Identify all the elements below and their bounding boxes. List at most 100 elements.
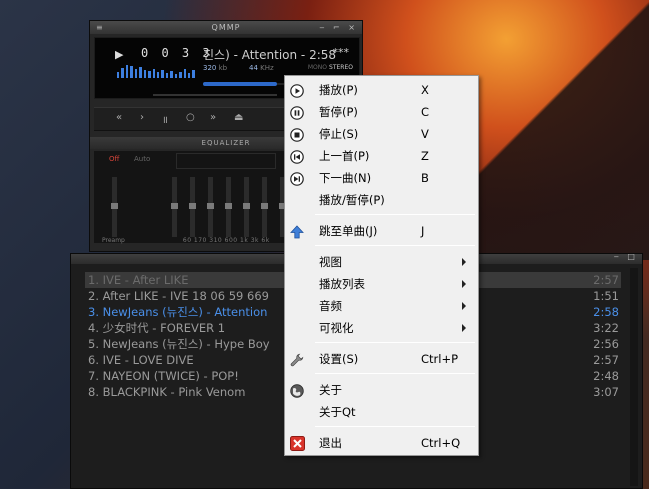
menu-separator: [315, 214, 475, 215]
previous-button[interactable]: «: [116, 112, 122, 123]
eq-band-slider[interactable]: [207, 177, 214, 237]
track-duration: 3:07: [593, 385, 619, 399]
close-red-icon: [290, 436, 305, 451]
player-titlebar[interactable]: ≡ QMMP ‒ ⌐ ×: [90, 21, 362, 34]
menu-separator: [315, 245, 475, 246]
submenu-arrow-icon: [462, 302, 466, 310]
menu-shortcut: C: [421, 105, 430, 119]
eq-band-slider[interactable]: [171, 177, 178, 237]
menu-separator: [315, 426, 475, 427]
menu-shortcut: Z: [421, 149, 429, 163]
elapsed-time[interactable]: 0 0 3 3: [141, 46, 213, 60]
stereo-indicator: STEREO: [329, 64, 353, 71]
menu-shortcut: Ctrl+P: [421, 352, 459, 366]
menu-item-next[interactable]: 下一曲(N) B: [285, 167, 478, 189]
menu-item-about-qt[interactable]: 关于Qt: [285, 401, 478, 423]
menu-item-playlist[interactable]: 播放列表: [285, 273, 478, 295]
eq-auto-toggle[interactable]: Auto: [134, 155, 150, 163]
menu-item-view[interactable]: 视图: [285, 251, 478, 273]
track-duration: 2:57: [593, 353, 619, 367]
eq-band-slider[interactable]: [261, 177, 268, 237]
menu-item-label: 暂停(P): [319, 105, 358, 119]
menu-separator: [315, 373, 475, 374]
menu-item-about[interactable]: 关于: [285, 379, 478, 401]
globe-icon: [290, 383, 304, 398]
menu-item-label: 关于Qt: [319, 405, 356, 419]
menu-item-pause[interactable]: 暂停(P) C: [285, 101, 478, 123]
samplerate-readout: 44 KHz: [249, 64, 274, 72]
stop-circle-icon: [290, 127, 304, 142]
menu-item-audio[interactable]: 音频: [285, 295, 478, 317]
bitrate-readout: 320 kb: [203, 64, 228, 72]
eq-labels: Preamp 60 170 310 600 1k 3k 6k: [102, 237, 270, 244]
menu-shortcut: Ctrl+Q: [421, 436, 461, 450]
track-duration: 2:56: [593, 337, 619, 351]
pause-circle-icon: [290, 105, 304, 120]
window-controls[interactable]: ‒ ⌐ ×: [319, 21, 358, 34]
menu-shortcut: J: [421, 224, 425, 238]
menu-item-label: 视图: [319, 255, 342, 269]
player-title: QMMP: [211, 23, 241, 32]
menu-item-label: 播放列表: [319, 277, 365, 291]
rating-stars: ***: [332, 46, 350, 59]
menu-item-label: 停止(S): [319, 127, 359, 141]
eq-off-toggle[interactable]: Off: [109, 155, 119, 163]
track-duration: 2:58: [593, 305, 619, 319]
menu-item-visualization[interactable]: 可视化: [285, 317, 478, 339]
eq-band-slider[interactable]: [225, 177, 232, 237]
playlist-window-controls[interactable]: ‒ □: [614, 252, 638, 261]
menu-item-label: 播放(P): [319, 83, 358, 97]
menu-item-exit[interactable]: 退出 Ctrl+Q: [285, 432, 478, 454]
menu-item-label: 退出: [319, 436, 342, 450]
eq-preamp-slider[interactable]: [111, 177, 118, 237]
submenu-arrow-icon: [462, 324, 466, 332]
playlist-scrollbar[interactable]: [630, 268, 638, 486]
volume-slider[interactable]: [153, 94, 277, 96]
song-title-scroller: 진스) - Attention - 2:58: [203, 48, 337, 62]
menu-item-label: 关于: [319, 383, 342, 397]
up-arrow-icon: [290, 224, 304, 239]
menu-item-settings[interactable]: 设置(S) Ctrl+P: [285, 348, 478, 370]
menu-item-label: 音频: [319, 299, 342, 313]
menu-shortcut: V: [421, 127, 429, 141]
menu-item-play[interactable]: 播放(P) X: [285, 79, 478, 101]
eject-button[interactable]: ⏏: [234, 112, 243, 123]
eq-band-slider[interactable]: [243, 177, 250, 237]
position-slider[interactable]: [203, 82, 277, 86]
eq-band-slider[interactable]: [189, 177, 196, 237]
submenu-arrow-icon: [462, 258, 466, 266]
skip-back-circle-icon: [290, 149, 304, 164]
menu-icon[interactable]: ≡: [96, 21, 104, 34]
mono-indicator: MONO: [307, 64, 327, 71]
menu-item-label: 播放/暂停(P): [319, 193, 385, 207]
menu-item-label: 上一首(P): [319, 149, 370, 163]
track-duration: 1:51: [593, 289, 619, 303]
preamp-label: Preamp: [102, 237, 125, 244]
next-button[interactable]: »: [210, 112, 216, 123]
wrench-icon: [290, 352, 304, 367]
spectrum-visualizer[interactable]: [117, 64, 195, 78]
pause-button[interactable]: ॥: [162, 112, 168, 126]
menu-item-label: 可视化: [319, 321, 354, 335]
play-circle-icon: [290, 83, 304, 98]
menu-item-previous[interactable]: 上一首(P) Z: [285, 145, 478, 167]
track-duration: 3:22: [593, 321, 619, 335]
menu-item-play-pause[interactable]: 播放/暂停(P): [285, 189, 478, 211]
track-duration: 2:57: [593, 273, 619, 287]
submenu-arrow-icon: [462, 280, 466, 288]
menu-item-label: 下一曲(N): [319, 171, 372, 185]
track-duration: 2:48: [593, 369, 619, 383]
eq-frequency-labels: 60 170 310 600 1k 3k 6k: [182, 237, 270, 244]
eq-curve-graph: [176, 153, 276, 169]
menu-item-stop[interactable]: 停止(S) V: [285, 123, 478, 145]
skip-forward-circle-icon: [290, 171, 304, 186]
menu-shortcut: X: [421, 83, 429, 97]
context-menu: 播放(P) X 暂停(P) C 停止(S) V 上一首(P) Z 下一曲(N) …: [284, 75, 479, 456]
menu-item-label: 设置(S): [319, 352, 359, 366]
menu-item-jump-to-track[interactable]: 跳至单曲(J) J: [285, 220, 478, 242]
play-status-icon: ▶: [115, 48, 124, 61]
stop-button[interactable]: ○: [186, 112, 195, 123]
play-button[interactable]: ›: [140, 112, 144, 123]
menu-shortcut: B: [421, 171, 429, 185]
menu-item-label: 跳至单曲(J): [319, 224, 378, 238]
